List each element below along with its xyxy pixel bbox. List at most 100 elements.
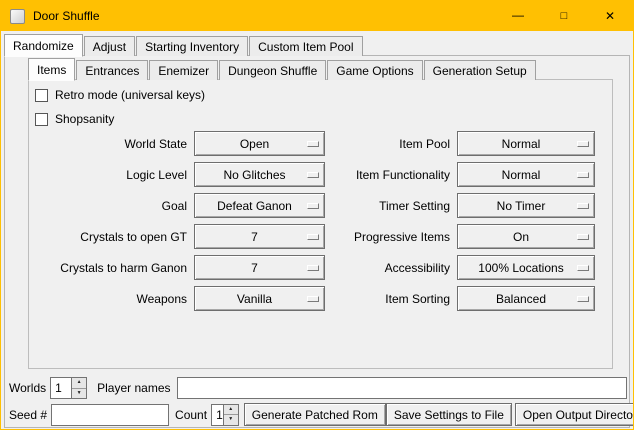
field-label: Crystals to harm Ganon bbox=[9, 261, 187, 275]
dropdown-timer-setting[interactable]: No Timer bbox=[457, 193, 595, 218]
field-label: Item Sorting bbox=[338, 292, 450, 306]
dropdown-value: No Glitches bbox=[223, 168, 295, 182]
count-spinner[interactable]: 1 ▲ ▼ bbox=[211, 404, 239, 426]
spin-up-button[interactable]: ▲ bbox=[224, 405, 238, 416]
spin-down-icon: ▼ bbox=[228, 417, 233, 422]
tab-dungeon-shuffle[interactable]: Dungeon Shuffle bbox=[219, 60, 326, 80]
tab-randomize[interactable]: Randomize bbox=[4, 34, 83, 57]
save-settings-button[interactable]: Save Settings to File bbox=[386, 403, 512, 426]
field-row: Item Functionality Normal bbox=[338, 162, 595, 187]
settings-tab-bar: Items Entrances Enemizer Dungeon Shuffle… bbox=[28, 57, 537, 80]
dropdown-value: 100% Locations bbox=[478, 261, 573, 275]
window-title: Door Shuffle bbox=[33, 9, 100, 23]
seed-label: Seed # bbox=[9, 408, 47, 422]
dropdown-world-state[interactable]: Open bbox=[194, 131, 325, 156]
field-label: World State bbox=[9, 137, 187, 151]
generate-patched-rom-button[interactable]: Generate Patched Rom bbox=[244, 403, 386, 426]
tab-starting-inventory[interactable]: Starting Inventory bbox=[136, 36, 248, 56]
dropdown-value: 7 bbox=[251, 230, 268, 244]
tab-items[interactable]: Items bbox=[28, 58, 75, 81]
checkbox-retro-mode[interactable]: Retro mode (universal keys) bbox=[35, 86, 205, 104]
spin-up-icon: ▲ bbox=[228, 407, 233, 412]
checkbox-box-icon bbox=[35, 113, 48, 126]
seed-input[interactable] bbox=[51, 404, 169, 426]
dropdown-indicator-icon bbox=[307, 172, 319, 178]
field-label: Item Functionality bbox=[338, 168, 450, 182]
left-field-column: World State Open Logic Level No Glitches… bbox=[9, 131, 325, 317]
dropdown-value: Defeat Ganon bbox=[217, 199, 302, 213]
dropdown-indicator-icon bbox=[307, 203, 319, 209]
field-row: Crystals to open GT 7 bbox=[9, 224, 325, 249]
field-label: Progressive Items bbox=[338, 230, 450, 244]
field-row: Timer Setting No Timer bbox=[338, 193, 595, 218]
dropdown-progressive-items[interactable]: On bbox=[457, 224, 595, 249]
spin-down-button[interactable]: ▼ bbox=[224, 415, 238, 425]
close-button[interactable]: ✕ bbox=[587, 1, 633, 31]
worlds-spinner[interactable]: 1 ▲ ▼ bbox=[50, 377, 87, 399]
dropdown-indicator-icon bbox=[307, 296, 319, 302]
count-spinner-buttons: ▲ ▼ bbox=[223, 405, 238, 425]
tab-custom-item-pool[interactable]: Custom Item Pool bbox=[249, 36, 362, 56]
tab-adjust[interactable]: Adjust bbox=[84, 36, 135, 56]
field-row: World State Open bbox=[9, 131, 325, 156]
dropdown-indicator-icon bbox=[577, 203, 589, 209]
tab-game-options[interactable]: Game Options bbox=[327, 60, 422, 80]
worlds-spinner-value: 1 bbox=[51, 378, 71, 398]
maximize-button[interactable]: □ bbox=[541, 1, 587, 31]
dropdown-value: Normal bbox=[502, 137, 551, 151]
dropdown-indicator-icon bbox=[577, 141, 589, 147]
right-field-column: Item Pool Normal Item Functionality Norm… bbox=[338, 131, 595, 317]
field-label: Accessibility bbox=[338, 261, 450, 275]
maximize-icon: □ bbox=[561, 10, 568, 22]
checkbox-shopsanity[interactable]: Shopsanity bbox=[35, 110, 114, 128]
dropdown-accessibility[interactable]: 100% Locations bbox=[457, 255, 595, 280]
open-output-directory-button[interactable]: Open Output Directory bbox=[515, 403, 634, 426]
checkbox-label: Retro mode (universal keys) bbox=[55, 88, 205, 102]
dropdown-indicator-icon bbox=[577, 172, 589, 178]
dropdown-item-functionality[interactable]: Normal bbox=[457, 162, 595, 187]
spin-down-button[interactable]: ▼ bbox=[72, 389, 86, 399]
field-row: Item Pool Normal bbox=[338, 131, 595, 156]
player-names-input[interactable] bbox=[177, 377, 628, 399]
field-label: Goal bbox=[9, 199, 187, 213]
player-names-label: Player names bbox=[97, 381, 170, 395]
field-label: Crystals to open GT bbox=[9, 230, 187, 244]
dropdown-value: Open bbox=[240, 137, 279, 151]
worlds-label: Worlds bbox=[9, 381, 46, 395]
dropdown-indicator-icon bbox=[307, 265, 319, 271]
field-label: Logic Level bbox=[9, 168, 187, 182]
titlebar[interactable]: Door Shuffle — □ ✕ bbox=[1, 1, 633, 31]
tab-entrances[interactable]: Entrances bbox=[76, 60, 148, 80]
dropdown-indicator-icon bbox=[307, 141, 319, 147]
checkbox-box-icon bbox=[35, 89, 48, 102]
dropdown-item-pool[interactable]: Normal bbox=[457, 131, 595, 156]
dropdown-value: Normal bbox=[502, 168, 551, 182]
minimize-button[interactable]: — bbox=[495, 1, 541, 31]
dropdown-crystals-to-open-gt[interactable]: 7 bbox=[194, 224, 325, 249]
dropdown-weapons[interactable]: Vanilla bbox=[194, 286, 325, 311]
seed-row: Seed # Count 1 ▲ ▼ Generate Patched Rom … bbox=[9, 403, 630, 426]
dropdown-value: Vanilla bbox=[237, 292, 282, 306]
tab-enemizer[interactable]: Enemizer bbox=[149, 60, 218, 80]
window-controls: — □ ✕ bbox=[495, 1, 633, 31]
dropdown-value: Balanced bbox=[496, 292, 556, 306]
field-row: Progressive Items On bbox=[338, 224, 595, 249]
spin-up-icon: ▲ bbox=[77, 380, 82, 385]
checkbox-label: Shopsanity bbox=[55, 112, 114, 126]
dropdown-indicator-icon bbox=[307, 234, 319, 240]
dropdown-indicator-icon bbox=[577, 296, 589, 302]
door-shuffle-window: Door Shuffle — □ ✕ Randomize Adjust Star… bbox=[0, 0, 634, 430]
dropdown-value: 7 bbox=[251, 261, 268, 275]
field-label: Item Pool bbox=[338, 137, 450, 151]
tab-generation-setup[interactable]: Generation Setup bbox=[424, 60, 536, 80]
spin-up-button[interactable]: ▲ bbox=[72, 378, 86, 389]
dropdown-crystals-to-harm-ganon[interactable]: 7 bbox=[194, 255, 325, 280]
dropdown-logic-level[interactable]: No Glitches bbox=[194, 162, 325, 187]
field-row: Weapons Vanilla bbox=[9, 286, 325, 311]
dropdown-indicator-icon bbox=[577, 234, 589, 240]
dropdown-item-sorting[interactable]: Balanced bbox=[457, 286, 595, 311]
minimize-icon: — bbox=[512, 8, 524, 22]
spin-down-icon: ▼ bbox=[77, 391, 82, 396]
dropdown-indicator-icon bbox=[577, 265, 589, 271]
dropdown-goal[interactable]: Defeat Ganon bbox=[194, 193, 325, 218]
